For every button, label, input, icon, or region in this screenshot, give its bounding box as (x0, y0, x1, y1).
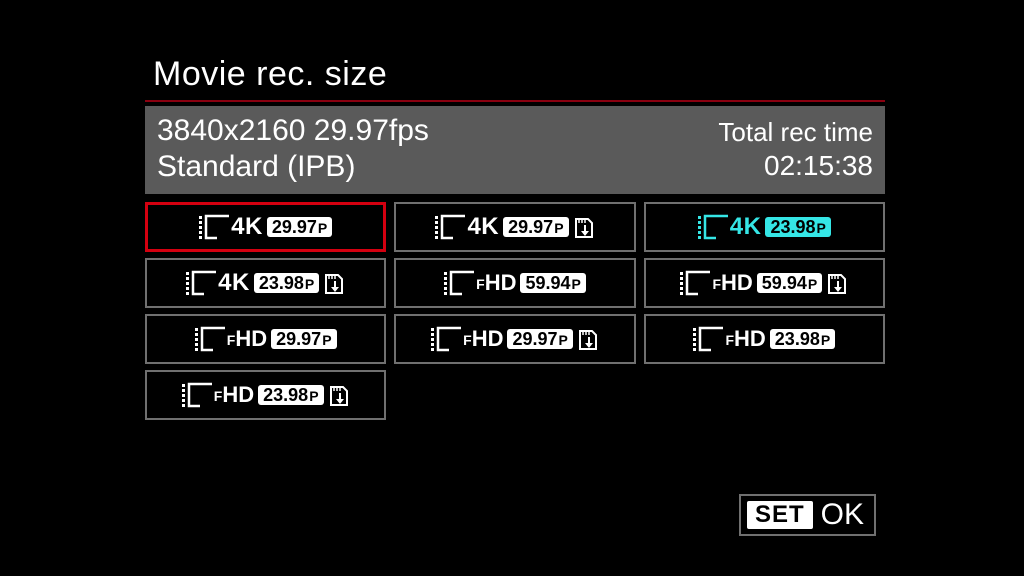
res-label: FHD (227, 326, 267, 352)
res-label: FHD (725, 326, 765, 352)
film-icon (693, 326, 727, 352)
option-fhd-2997-card[interactable]: FHD29.97P (394, 314, 635, 364)
fps-pill: 29.97P (503, 217, 568, 237)
film-icon (680, 270, 714, 296)
options-grid: 4K29.97P 4K29.97P 4K23.98P 4K23.98P (145, 202, 885, 420)
ok-label: OK (821, 498, 864, 532)
res-label: 4K (730, 213, 762, 241)
set-pill: SET (747, 501, 813, 529)
info-bar: 3840x2160 29.97fps Standard (IPB) Total … (145, 106, 885, 194)
rec-time-label: Total rec time (718, 117, 873, 148)
film-icon (182, 382, 216, 408)
fps-pill: 59.94P (757, 273, 822, 293)
option-fhd-5994-card[interactable]: FHD59.94P (644, 258, 885, 308)
fps-pill: 29.97P (507, 329, 572, 349)
option-4k-2997-card[interactable]: 4K29.97P (394, 202, 635, 252)
sd-card-write-icon (573, 216, 595, 238)
res-label: FHD (476, 270, 516, 296)
option-4k-2398-card[interactable]: 4K23.98P (145, 258, 386, 308)
fps-pill: 29.97P (271, 329, 336, 349)
option-fhd-2398-card[interactable]: FHD23.98P (145, 370, 386, 420)
res-label: 4K (218, 269, 250, 297)
option-4k-2997[interactable]: 4K29.97P (145, 202, 386, 252)
res-label: FHD (214, 382, 254, 408)
fps-pill: 29.97P (267, 217, 332, 237)
fps-pill: 59.94P (520, 273, 585, 293)
res-label: FHD (463, 326, 503, 352)
title-divider (145, 100, 885, 102)
page-title: Movie rec. size (145, 55, 885, 100)
res-label: 4K (231, 213, 263, 241)
sd-card-write-icon (826, 272, 848, 294)
rec-time-value: 02:15:38 (764, 150, 873, 182)
sd-card-write-icon (328, 384, 350, 406)
fps-pill: 23.98P (770, 329, 835, 349)
compression-text: Standard (IPB) (157, 150, 429, 184)
film-icon (199, 214, 233, 240)
film-icon (431, 326, 465, 352)
option-fhd-5994[interactable]: FHD59.94P (394, 258, 635, 308)
film-icon (444, 270, 478, 296)
res-label: 4K (467, 213, 499, 241)
option-fhd-2997[interactable]: FHD29.97P (145, 314, 386, 364)
resolution-fps-text: 3840x2160 29.97fps (157, 114, 429, 148)
fps-pill: 23.98P (258, 385, 323, 405)
option-4k-2398[interactable]: 4K23.98P (644, 202, 885, 252)
sd-card-write-icon (323, 272, 345, 294)
film-icon (698, 214, 732, 240)
fps-pill: 23.98P (765, 217, 830, 237)
film-icon (435, 214, 469, 240)
sd-card-write-icon (577, 328, 599, 350)
film-icon (186, 270, 220, 296)
set-ok-button[interactable]: SET OK (739, 494, 876, 536)
option-fhd-2398[interactable]: FHD23.98P (644, 314, 885, 364)
film-icon (195, 326, 229, 352)
res-label: FHD (712, 270, 752, 296)
fps-pill: 23.98P (254, 273, 319, 293)
